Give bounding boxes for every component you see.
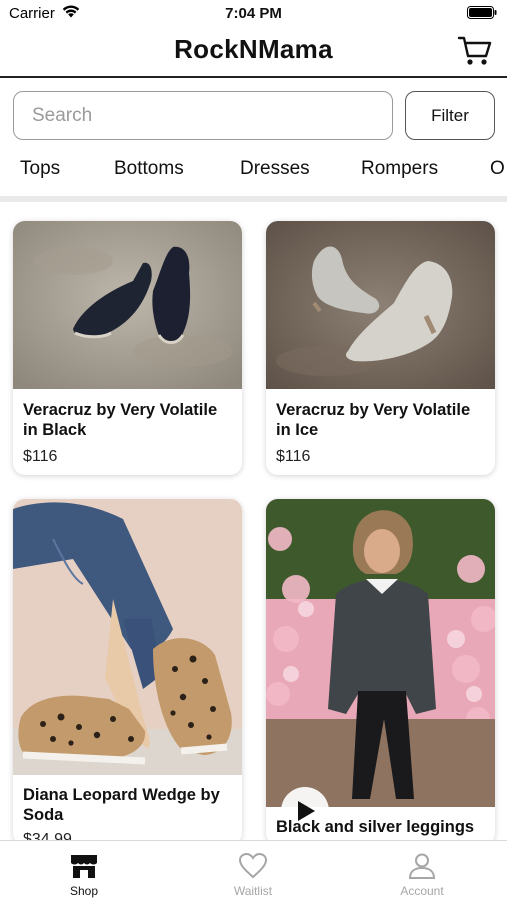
heart-icon bbox=[239, 853, 267, 879]
category-tab-overflow[interactable]: O bbox=[490, 158, 505, 180]
product-price: $116 bbox=[276, 448, 311, 465]
category-tab-dresses[interactable]: Dresses bbox=[240, 158, 310, 180]
category-tab-bottoms[interactable]: Bottoms bbox=[114, 158, 184, 180]
product-image bbox=[13, 221, 242, 389]
product-image bbox=[266, 221, 495, 389]
product-card[interactable]: Diana Leopard Wedge by Soda $34.99 bbox=[13, 499, 242, 845]
clock: 7:04 PM bbox=[225, 5, 282, 22]
shop-icon bbox=[71, 855, 97, 878]
product-name: Black and silver leggings bbox=[276, 818, 475, 836]
filter-button[interactable]: Filter bbox=[405, 91, 495, 140]
tab-account-label: Account bbox=[400, 884, 444, 898]
product-card[interactable]: Veracruz by Very Volatile in Ice $116 bbox=[266, 221, 495, 475]
bottom-tab-bar: Shop Waitlist Account bbox=[0, 840, 507, 900]
product-name: Veracruz by Very Volatile in Black bbox=[23, 401, 218, 439]
product-image bbox=[266, 499, 495, 807]
product-price: $116 bbox=[23, 448, 58, 465]
navigation-bar: RockNMama bbox=[0, 28, 507, 78]
account-icon bbox=[408, 853, 436, 879]
tab-shop[interactable]: Shop bbox=[24, 841, 144, 900]
app-title: RockNMama bbox=[174, 34, 333, 64]
product-name: Veracruz by Very Volatile in Ice bbox=[276, 401, 471, 439]
product-name: Diana Leopard Wedge by Soda bbox=[23, 786, 220, 824]
battery-icon bbox=[467, 6, 497, 19]
product-card[interactable]: Black and silver leggings bbox=[266, 499, 495, 845]
category-tab-rompers[interactable]: Rompers bbox=[361, 158, 438, 180]
cart-icon[interactable] bbox=[457, 34, 493, 68]
search-input[interactable] bbox=[13, 91, 393, 140]
category-tabs: Tops Bottoms Dresses Rompers O bbox=[0, 148, 507, 192]
tab-waitlist-label: Waitlist bbox=[233, 884, 273, 898]
category-tab-tops[interactable]: Tops bbox=[20, 158, 60, 180]
tab-waitlist[interactable]: Waitlist bbox=[193, 841, 313, 900]
product-image bbox=[13, 499, 242, 775]
tab-account[interactable]: Account bbox=[362, 841, 482, 900]
product-card[interactable]: Veracruz by Very Volatile in Black $116 bbox=[13, 221, 242, 475]
status-bar: Carrier 7:04 PM bbox=[0, 0, 507, 28]
tab-shop-label: Shop bbox=[69, 884, 99, 898]
section-divider bbox=[0, 196, 507, 202]
